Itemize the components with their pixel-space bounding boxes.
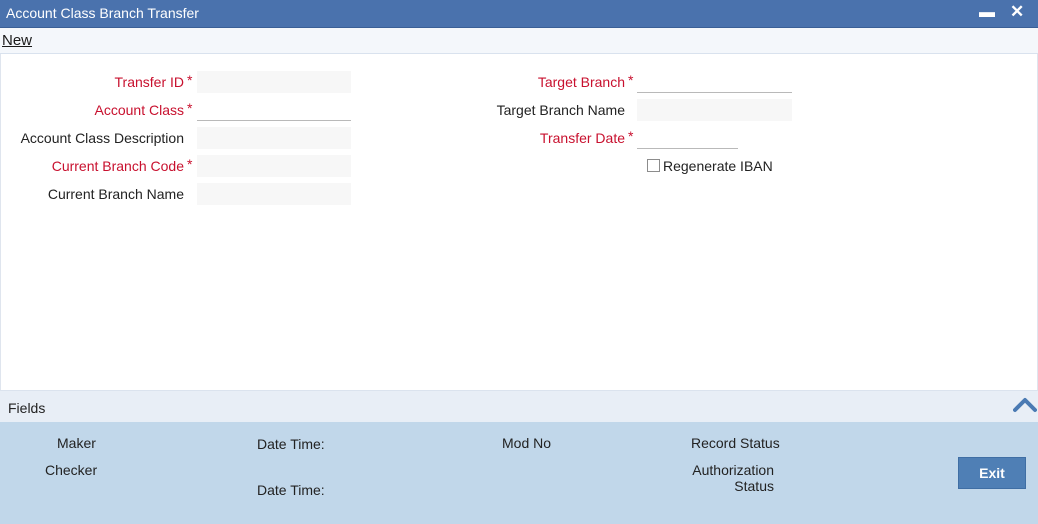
fields-bar: Fields <box>0 390 1038 422</box>
target-branch-required: * <box>628 72 634 88</box>
exit-button[interactable]: Exit <box>958 457 1026 489</box>
target-branch-input[interactable] <box>637 71 792 93</box>
authorization-status-label-line1: Authorization <box>692 462 774 478</box>
target-branch-label: Target Branch <box>537 74 625 90</box>
chevron-up-icon[interactable] <box>1013 395 1037 415</box>
authorization-status-label-line2: Status <box>734 478 774 494</box>
mod-no-label: Mod No <box>502 435 552 451</box>
account-class-required: * <box>187 100 193 116</box>
form-area: Transfer ID * Account Class * Account Cl… <box>0 54 1038 390</box>
regenerate-iban-checkbox[interactable] <box>647 159 660 172</box>
transfer-date-required: * <box>628 128 634 144</box>
maker-date-time-label: Date Time: <box>257 436 325 452</box>
checker-label: Checker <box>45 462 98 478</box>
current-branch-name-label: Current Branch Name <box>47 186 184 202</box>
account-class-input[interactable] <box>197 99 351 121</box>
current-branch-code-required: * <box>187 156 193 172</box>
transfer-id-label: Transfer ID <box>114 74 185 90</box>
audit-panel: Maker Checker Date Time: Date Time: Mod … <box>0 422 1038 524</box>
current-branch-code-input[interactable] <box>197 155 351 177</box>
fields-label: Fields <box>8 400 46 416</box>
account-class-description-label: Account Class Description <box>20 130 184 146</box>
window-titlebar: Account Class Branch Transfer ▬ ✕ <box>0 0 1038 28</box>
close-icon[interactable]: ✕ <box>1010 2 1024 22</box>
minimize-icon[interactable]: ▬ <box>979 4 995 22</box>
transfer-date-label: Transfer Date <box>539 130 625 146</box>
current-branch-name-field[interactable] <box>197 183 351 205</box>
account-class-description-field[interactable] <box>197 127 351 149</box>
new-link[interactable]: New <box>2 32 32 49</box>
target-branch-name-label: Target Branch Name <box>496 102 625 118</box>
regenerate-iban-label: Regenerate IBAN <box>663 158 773 174</box>
transfer-id-required: * <box>187 72 193 88</box>
record-status-label: Record Status <box>691 435 780 451</box>
transfer-id-input[interactable] <box>197 71 351 93</box>
current-branch-code-label: Current Branch Code <box>51 158 184 174</box>
target-branch-name-field[interactable] <box>637 99 792 121</box>
account-class-label: Account Class <box>94 102 184 118</box>
window-title: Account Class Branch Transfer <box>6 5 199 21</box>
checker-date-time-label: Date Time: <box>257 482 325 498</box>
toolbar: New <box>0 28 1038 54</box>
maker-label: Maker <box>57 435 96 451</box>
transfer-date-input[interactable] <box>637 127 738 149</box>
